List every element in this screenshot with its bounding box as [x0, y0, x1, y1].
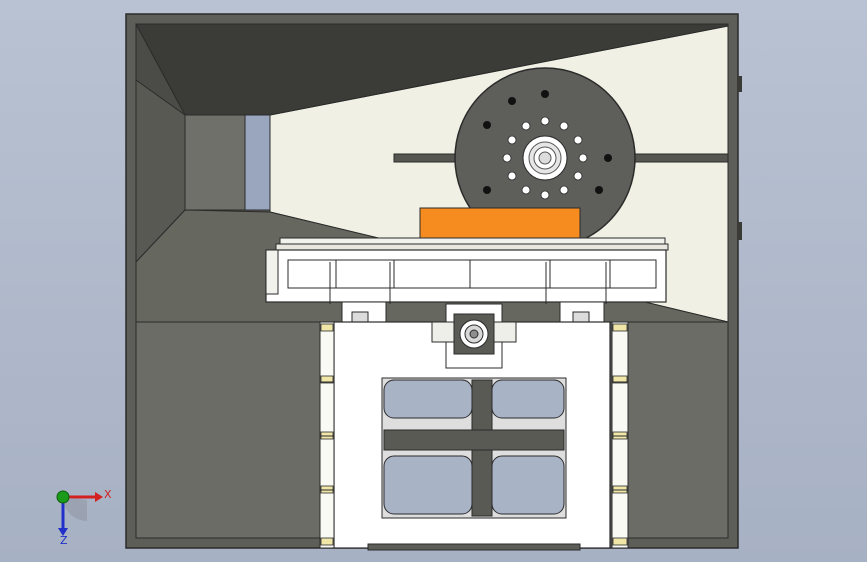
y-axis-dot	[56, 490, 70, 504]
z-axis-label: Z	[60, 534, 68, 547]
coordinate-triad: X Z	[56, 488, 112, 547]
cad-viewport[interactable]: X Z	[0, 0, 867, 562]
table-slot-rail	[275, 243, 669, 251]
table-top-rail	[279, 237, 666, 245]
x-axis-label: X	[104, 488, 112, 501]
hinge-tab-top	[737, 76, 742, 92]
lower-left-panel	[135, 321, 321, 539]
lower-right-panel	[627, 321, 729, 539]
base-window	[381, 377, 567, 519]
x-axis-arrowhead	[95, 492, 103, 502]
bearing-block-left	[341, 301, 387, 325]
hinge-tab-bottom	[737, 222, 742, 240]
blue-opening	[244, 114, 271, 211]
left-recess	[184, 114, 246, 211]
worktable	[265, 249, 667, 304]
bearing-block-right	[559, 301, 605, 325]
guide-bar-right	[619, 153, 729, 163]
orange-fixture	[419, 207, 581, 239]
model-view: X Z	[56, 13, 742, 551]
